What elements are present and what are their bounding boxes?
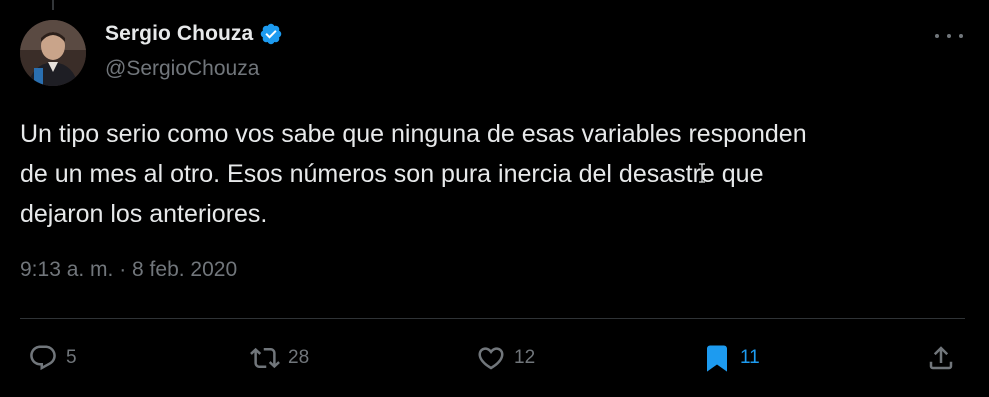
heart-icon (476, 343, 506, 373)
reply-button[interactable]: 5 (28, 338, 77, 378)
author-name-row: Sergio Chouza (105, 22, 283, 46)
retweet-icon (250, 343, 280, 373)
retweet-count: 28 (288, 347, 310, 368)
thread-connector-line (52, 0, 54, 10)
verified-badge-icon[interactable] (259, 22, 283, 46)
bookmark-button[interactable]: 11 (702, 338, 760, 378)
tweet-timestamp[interactable]: 9:13 a. m. · 8 feb. 2020 (20, 258, 237, 282)
author-display-name[interactable]: Sergio Chouza (105, 22, 253, 46)
like-button[interactable]: 12 (476, 338, 535, 378)
bookmark-count: 11 (740, 347, 760, 368)
divider (20, 318, 965, 319)
text-cursor-icon (698, 163, 706, 183)
avatar-image (20, 20, 86, 86)
tweet-text: Un tipo serio como vos sabe que ninguna … (20, 120, 807, 228)
more-options-icon[interactable] (935, 26, 963, 46)
retweet-button[interactable]: 28 (250, 338, 309, 378)
reply-count: 5 (66, 347, 77, 368)
avatar[interactable] (20, 20, 86, 86)
author-handle[interactable]: @SergioChouza (105, 57, 259, 81)
like-count: 12 (514, 347, 536, 368)
tweet-actions-bar: 5 28 12 11 (0, 338, 989, 378)
share-button[interactable] (926, 338, 956, 378)
share-icon (926, 343, 956, 373)
reply-icon (28, 343, 58, 373)
bookmark-icon (702, 343, 732, 373)
